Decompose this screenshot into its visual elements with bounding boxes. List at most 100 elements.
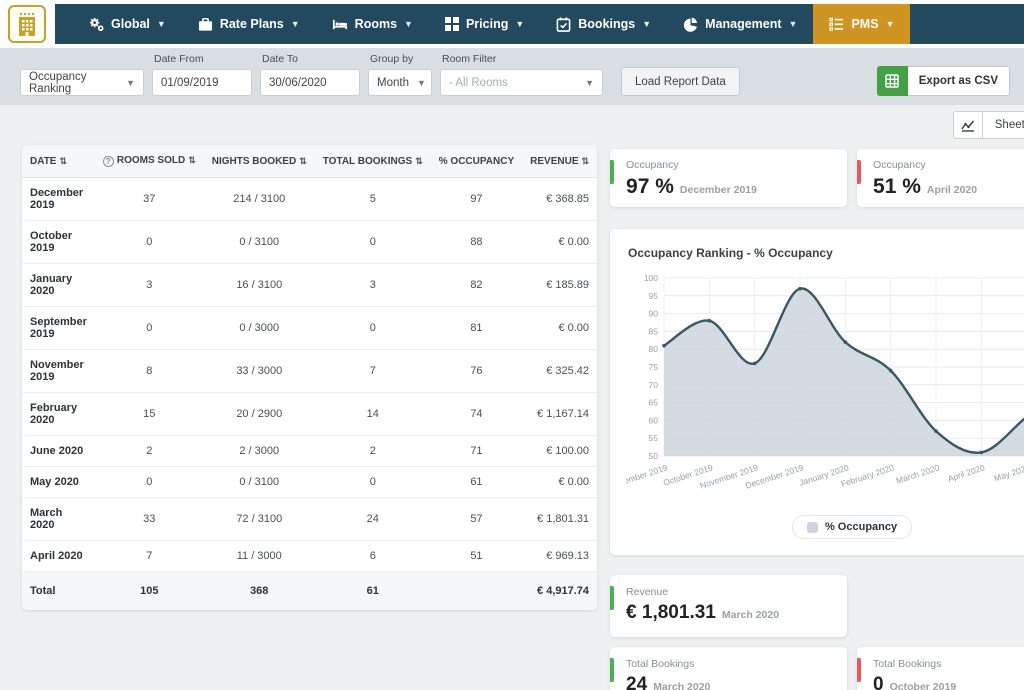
spreadsheet-icon (877, 66, 908, 96)
report-table-panel: DATE⇅?ROOMS SOLD⇅NIGHTS BOOKED⇅TOTAL BOO… (22, 145, 597, 610)
room-filter-group: Room Filter - All Rooms ▼ (440, 53, 603, 96)
main-nav: Global ▼ Rate Plans ▼ Rooms ▼ (55, 4, 1024, 44)
room-filter-select[interactable]: - All Rooms ▼ (440, 69, 603, 96)
table-cell-nights_booked: 0 / 3100 (204, 467, 315, 498)
accent-bar (610, 658, 614, 682)
table-row: May 202000 / 3100061€ 0.00 (22, 467, 597, 498)
table-cell-date: December 2019 (22, 178, 95, 221)
total-cell-date: Total (22, 572, 95, 611)
sort-icon[interactable]: ⇅ (299, 156, 307, 166)
table-cell-rooms_sold: 33 (95, 498, 204, 541)
group-by-value: Month (377, 77, 409, 89)
sort-icon[interactable]: ⇅ (582, 156, 590, 166)
accent-bar (610, 586, 614, 610)
date-to-input[interactable] (260, 69, 360, 96)
occupancy-area-chart: 50556065707580859095100September 2019Oct… (626, 264, 1024, 510)
total-cell-occupancy (431, 572, 522, 611)
legend-label: % Occupancy (825, 521, 897, 533)
view-mode-select[interactable]: Sheet + Chart (983, 111, 1024, 139)
table-row: January 2020316 / 3100382€ 185.89 (22, 264, 597, 307)
svg-text:September 2019: September 2019 (626, 462, 669, 491)
table-cell-date: June 2020 (22, 436, 95, 467)
app-logo[interactable] (8, 5, 46, 43)
sort-icon[interactable]: ⇅ (415, 156, 423, 166)
group-by-select[interactable]: Month ▼ (368, 69, 432, 96)
table-cell-rooms_sold: 15 (95, 393, 204, 436)
view-mode-control[interactable]: Sheet + Chart ▼ (953, 111, 1024, 139)
table-row: September 201900 / 3000081€ 0.00 (22, 307, 597, 350)
stat-card-revenue-high: Revenue € 1,801.31March 2020 (610, 575, 847, 637)
report-type-select[interactable]: Occupancy Ranking ▼ (20, 69, 144, 96)
table-cell-occupancy: 97 (431, 178, 522, 221)
nav-item-pricing[interactable]: Pricing ▼ (429, 4, 540, 44)
svg-text:80: 80 (649, 344, 659, 354)
chevron-down-icon: ▼ (126, 78, 135, 88)
table-cell-total_bookings: 6 (315, 541, 431, 572)
table-cell-rooms_sold: 37 (95, 178, 204, 221)
column-header[interactable]: ?ROOMS SOLD⇅ (95, 145, 204, 178)
table-cell-revenue: € 325.42 (522, 350, 597, 393)
chevron-down-icon: ▼ (404, 19, 413, 29)
table-cell-nights_booked: 214 / 3100 (204, 178, 315, 221)
view-toolbar: Sheet + Chart ▼ (610, 111, 1024, 139)
nav-item-label: Global (111, 17, 150, 31)
svg-text:50: 50 (649, 451, 659, 461)
table-cell-date: September 2019 (22, 307, 95, 350)
table-cell-occupancy: 61 (431, 467, 522, 498)
table-cell-total_bookings: 5 (315, 178, 431, 221)
nav-item-rooms[interactable]: Rooms ▼ (316, 4, 429, 44)
column-header[interactable]: NIGHTS BOOKED⇅ (204, 145, 315, 178)
nav-item-management[interactable]: Management ▼ (667, 4, 813, 44)
table-cell-revenue: € 368.85 (522, 178, 597, 221)
stat-period: October 2019 (890, 681, 957, 690)
date-from-input[interactable] (152, 69, 252, 96)
svg-text:75: 75 (649, 362, 659, 372)
column-header[interactable]: DATE⇅ (22, 145, 95, 178)
nav-item-pms[interactable]: PMS ▼ (813, 4, 910, 44)
table-cell-revenue: € 0.00 (522, 221, 597, 264)
table-cell-rooms_sold: 0 (95, 307, 204, 350)
legend-swatch (807, 522, 818, 533)
room-filter-value: - All Rooms (449, 77, 508, 89)
date-from-group: Date From (152, 53, 252, 96)
table-cell-nights_booked: 16 / 3100 (204, 264, 315, 307)
nav-item-bookings[interactable]: Bookings ▼ (540, 4, 667, 44)
chevron-down-icon: ▼ (515, 19, 524, 29)
table-cell-total_bookings: 0 (315, 467, 431, 498)
svg-text:70: 70 (649, 380, 659, 390)
nav-item-label: Management (705, 17, 781, 31)
sort-icon[interactable]: ⇅ (59, 156, 67, 166)
sort-icon[interactable]: ⇅ (188, 155, 196, 165)
nav-item-label: Bookings (578, 17, 635, 31)
table-cell-occupancy: 88 (431, 221, 522, 264)
table-row: October 201900 / 3100088€ 0.00 (22, 221, 597, 264)
nav-item-global[interactable]: Global ▼ (73, 4, 182, 44)
chevron-down-icon: ▼ (789, 19, 798, 29)
total-cell-rooms_sold: 105 (95, 572, 204, 611)
column-header[interactable]: REVENUE⇅ (522, 145, 597, 178)
load-report-button[interactable]: Load Report Data (621, 67, 740, 96)
help-icon[interactable]: ? (103, 156, 114, 167)
chevron-down-icon: ▼ (157, 19, 166, 29)
table-cell-total_bookings: 3 (315, 264, 431, 307)
table-cell-nights_booked: 72 / 3100 (204, 498, 315, 541)
chart-title: Occupancy Ranking - % Occupancy (628, 246, 1024, 260)
stat-card-occupancy-high: Occupancy 97 %December 2019 (610, 149, 847, 207)
stat-label: Total Bookings (626, 658, 833, 670)
table-cell-rooms_sold: 3 (95, 264, 204, 307)
column-header[interactable]: TOTAL BOOKINGS⇅ (315, 145, 431, 178)
bed-icon (332, 17, 348, 32)
grid-icon (445, 17, 459, 31)
gear-icon (89, 17, 104, 32)
table-total-row: Total10536861€ 4,917.74 (22, 572, 597, 611)
chevron-down-icon: ▼ (585, 78, 594, 88)
table-row: June 202022 / 3000271€ 100.00 (22, 436, 597, 467)
legend-occupancy-toggle[interactable]: % Occupancy (792, 515, 912, 539)
total-cell-total_bookings: 61 (315, 572, 431, 611)
stat-card-bookings-high: Total Bookings 24March 2020 (610, 647, 847, 690)
export-csv-button[interactable]: Export as CSV (877, 66, 1010, 96)
table-cell-nights_booked: 2 / 3000 (204, 436, 315, 467)
table-cell-occupancy: 76 (431, 350, 522, 393)
chart-line-icon[interactable] (953, 111, 983, 139)
nav-item-rate-plans[interactable]: Rate Plans ▼ (182, 4, 316, 44)
